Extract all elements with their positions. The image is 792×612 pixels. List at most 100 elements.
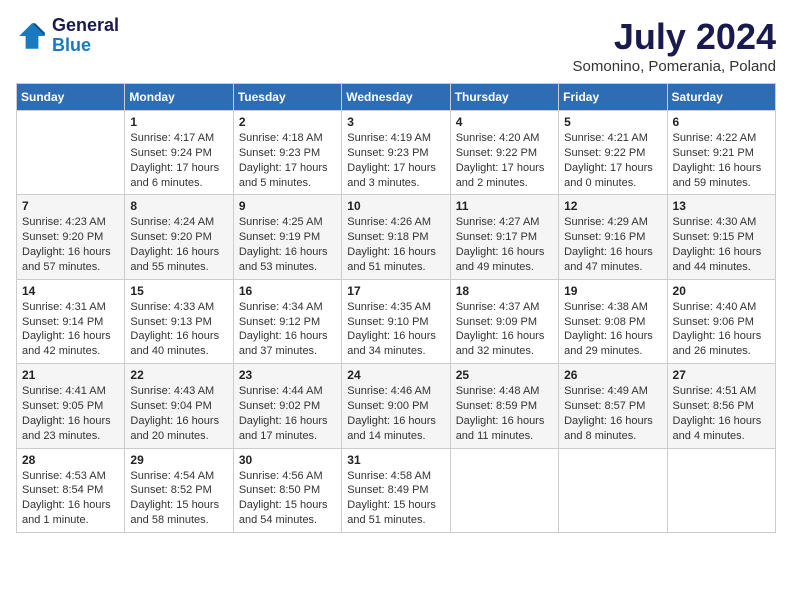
day-info: Sunrise: 4:58 AMSunset: 8:49 PMDaylight:…	[347, 469, 444, 528]
calendar-day-cell: 27 Sunrise: 4:51 AMSunset: 8:56 PMDayligh…	[667, 364, 775, 448]
day-info: Sunrise: 4:40 AMSunset: 9:06 PMDaylight:…	[673, 300, 770, 359]
day-info: Sunrise: 4:49 AMSunset: 8:57 PMDaylight:…	[564, 384, 661, 443]
calendar-day-cell: 2 Sunrise: 4:18 AMSunset: 9:23 PMDaylight…	[233, 111, 341, 195]
calendar-week-row: 1Sunrise: 4:17 AMSunset: 9:24 PMDaylight…	[17, 111, 776, 195]
day-number: 25	[456, 368, 553, 382]
calendar-day-cell: 31 Sunrise: 4:58 AMSunset: 8:49 PMDayligh…	[342, 448, 450, 532]
day-info: Sunrise: 4:21 AMSunset: 9:22 PMDaylight:…	[564, 131, 661, 190]
calendar-day-cell: 19 Sunrise: 4:38 AMSunset: 9:08 PMDayligh…	[559, 279, 667, 363]
day-number: 2	[239, 115, 336, 129]
calendar-day-cell: 26 Sunrise: 4:49 AMSunset: 8:57 PMDayligh…	[559, 364, 667, 448]
day-info: Sunrise: 4:41 AMSunset: 9:05 PMDaylight:…	[22, 384, 119, 443]
day-number: 14	[22, 284, 119, 298]
calendar-day-cell: 29 Sunrise: 4:54 AMSunset: 8:52 PMDayligh…	[125, 448, 233, 532]
logo-text: General Blue	[52, 16, 119, 56]
calendar-day-cell: 4 Sunrise: 4:20 AMSunset: 9:22 PMDaylight…	[450, 111, 558, 195]
calendar-body: 1Sunrise: 4:17 AMSunset: 9:24 PMDaylight…	[17, 111, 776, 533]
calendar-day-cell: 17 Sunrise: 4:35 AMSunset: 9:10 PMDayligh…	[342, 279, 450, 363]
calendar-day-cell: 5 Sunrise: 4:21 AMSunset: 9:22 PMDaylight…	[559, 111, 667, 195]
day-info: Sunrise: 4:44 AMSunset: 9:02 PMDaylight:…	[239, 384, 336, 443]
day-number: 15	[130, 284, 227, 298]
day-info: Sunrise: 4:27 AMSunset: 9:17 PMDaylight:…	[456, 215, 553, 274]
day-number: 12	[564, 199, 661, 213]
day-info: Sunrise: 4:56 AMSunset: 8:50 PMDaylight:…	[239, 469, 336, 528]
calendar-day-cell	[667, 448, 775, 532]
calendar-day-cell: 10Sunrise: 4:26 AMSunset: 9:18 PMDayligh…	[342, 195, 450, 279]
calendar-day-cell	[559, 448, 667, 532]
day-number: 24	[347, 368, 444, 382]
day-number: 30	[239, 453, 336, 467]
day-number: 16	[239, 284, 336, 298]
day-number: 4	[456, 115, 553, 129]
day-info: Sunrise: 4:20 AMSunset: 9:22 PMDaylight:…	[456, 131, 553, 190]
calendar-day-cell: 24 Sunrise: 4:46 AMSunset: 9:00 PMDayligh…	[342, 364, 450, 448]
day-info: Sunrise: 4:48 AMSunset: 8:59 PMDaylight:…	[456, 384, 553, 443]
calendar-header-cell: Sunday	[17, 84, 125, 111]
day-number: 27	[673, 368, 770, 382]
day-number: 5	[564, 115, 661, 129]
day-number: 8	[130, 199, 227, 213]
calendar-week-row: 28 Sunrise: 4:53 AMSunset: 8:54 PMDayligh…	[17, 448, 776, 532]
day-number: 26	[564, 368, 661, 382]
day-info: Sunrise: 4:35 AMSunset: 9:10 PMDaylight:…	[347, 300, 444, 359]
calendar-day-cell: 28 Sunrise: 4:53 AMSunset: 8:54 PMDayligh…	[17, 448, 125, 532]
calendar-week-row: 21 Sunrise: 4:41 AMSunset: 9:05 PMDayligh…	[17, 364, 776, 448]
calendar-day-cell: 3 Sunrise: 4:19 AMSunset: 9:23 PMDaylight…	[342, 111, 450, 195]
logo: General Blue	[16, 16, 119, 56]
calendar-day-cell: 12Sunrise: 4:29 AMSunset: 9:16 PMDayligh…	[559, 195, 667, 279]
subtitle: Somonino, Pomerania, Poland	[573, 58, 776, 75]
day-info: Sunrise: 4:51 AMSunset: 8:56 PMDaylight:…	[673, 384, 770, 443]
calendar-header-cell: Thursday	[450, 84, 558, 111]
calendar-header-cell: Monday	[125, 84, 233, 111]
day-info: Sunrise: 4:46 AMSunset: 9:00 PMDaylight:…	[347, 384, 444, 443]
calendar-day-cell: 11Sunrise: 4:27 AMSunset: 9:17 PMDayligh…	[450, 195, 558, 279]
day-number: 3	[347, 115, 444, 129]
day-info: Sunrise: 4:43 AMSunset: 9:04 PMDaylight:…	[130, 384, 227, 443]
day-number: 28	[22, 453, 119, 467]
day-info: Sunrise: 4:18 AMSunset: 9:23 PMDaylight:…	[239, 131, 336, 190]
day-info: Sunrise: 4:30 AMSunset: 9:15 PMDaylight:…	[673, 215, 770, 274]
calendar-day-cell: 15 Sunrise: 4:33 AMSunset: 9:13 PMDayligh…	[125, 279, 233, 363]
calendar-day-cell: 30 Sunrise: 4:56 AMSunset: 8:50 PMDayligh…	[233, 448, 341, 532]
calendar-day-cell: 7Sunrise: 4:23 AMSunset: 9:20 PMDaylight…	[17, 195, 125, 279]
calendar-day-cell	[450, 448, 558, 532]
calendar-day-cell: 16Sunrise: 4:34 AMSunset: 9:12 PMDayligh…	[233, 279, 341, 363]
day-number: 17	[347, 284, 444, 298]
calendar-day-cell	[17, 111, 125, 195]
day-number: 31	[347, 453, 444, 467]
page-header: General Blue July 2024 Somonino, Pomeran…	[16, 16, 776, 75]
calendar-header-cell: Saturday	[667, 84, 775, 111]
calendar-table: SundayMondayTuesdayWednesdayThursdayFrid…	[16, 83, 776, 533]
day-info: Sunrise: 4:19 AMSunset: 9:23 PMDaylight:…	[347, 131, 444, 190]
day-info: Sunrise: 4:24 AMSunset: 9:20 PMDaylight:…	[130, 215, 227, 274]
calendar-day-cell: 23Sunrise: 4:44 AMSunset: 9:02 PMDayligh…	[233, 364, 341, 448]
day-number: 22	[130, 368, 227, 382]
calendar-day-cell: 20 Sunrise: 4:40 AMSunset: 9:06 PMDayligh…	[667, 279, 775, 363]
day-info: Sunrise: 4:54 AMSunset: 8:52 PMDaylight:…	[130, 469, 227, 528]
day-number: 19	[564, 284, 661, 298]
calendar-header-cell: Friday	[559, 84, 667, 111]
day-info: Sunrise: 4:23 AMSunset: 9:20 PMDaylight:…	[22, 215, 119, 274]
day-info: Sunrise: 4:22 AMSunset: 9:21 PMDaylight:…	[673, 131, 770, 190]
calendar-day-cell: 8 Sunrise: 4:24 AMSunset: 9:20 PMDaylight…	[125, 195, 233, 279]
day-info: Sunrise: 4:37 AMSunset: 9:09 PMDaylight:…	[456, 300, 553, 359]
calendar-day-cell: 1Sunrise: 4:17 AMSunset: 9:24 PMDaylight…	[125, 111, 233, 195]
calendar-day-cell: 22 Sunrise: 4:43 AMSunset: 9:04 PMDayligh…	[125, 364, 233, 448]
day-number: 13	[673, 199, 770, 213]
day-info: Sunrise: 4:25 AMSunset: 9:19 PMDaylight:…	[239, 215, 336, 274]
calendar-day-cell: 18Sunrise: 4:37 AMSunset: 9:09 PMDayligh…	[450, 279, 558, 363]
calendar-day-cell: 6 Sunrise: 4:22 AMSunset: 9:21 PMDaylight…	[667, 111, 775, 195]
calendar-week-row: 14Sunrise: 4:31 AMSunset: 9:14 PMDayligh…	[17, 279, 776, 363]
day-info: Sunrise: 4:26 AMSunset: 9:18 PMDaylight:…	[347, 215, 444, 274]
day-info: Sunrise: 4:38 AMSunset: 9:08 PMDaylight:…	[564, 300, 661, 359]
calendar-day-cell: 9Sunrise: 4:25 AMSunset: 9:19 PMDaylight…	[233, 195, 341, 279]
day-number: 29	[130, 453, 227, 467]
day-info: Sunrise: 4:53 AMSunset: 8:54 PMDaylight:…	[22, 469, 119, 528]
day-number: 21	[22, 368, 119, 382]
day-info: Sunrise: 4:17 AMSunset: 9:24 PMDaylight:…	[130, 131, 227, 190]
day-number: 20	[673, 284, 770, 298]
day-number: 6	[673, 115, 770, 129]
day-info: Sunrise: 4:33 AMSunset: 9:13 PMDaylight:…	[130, 300, 227, 359]
logo-icon	[16, 20, 48, 52]
calendar-day-cell: 25 Sunrise: 4:48 AMSunset: 8:59 PMDayligh…	[450, 364, 558, 448]
